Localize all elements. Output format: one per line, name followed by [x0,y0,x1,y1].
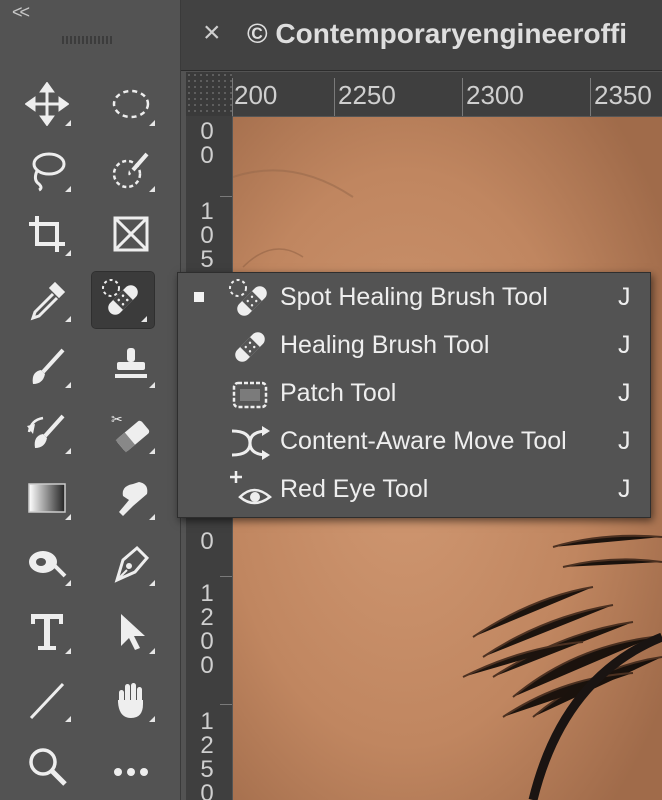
arrow-icon [121,614,145,650]
selected-indicator [194,292,204,302]
gradient-icon [28,483,66,513]
type-tool[interactable] [16,604,78,660]
path-selection-tool[interactable] [100,604,162,660]
svg-text:✂: ✂ [111,412,123,428]
lasso-tool[interactable] [16,142,78,198]
menu-item-shortcut: J [618,427,631,455]
type-icon [31,614,63,650]
ruler-label: 1 2 5 0 [200,708,214,800]
content-aware-move-icon [231,426,270,460]
close-tab-icon[interactable]: × [203,16,221,50]
patch-icon [232,381,268,409]
hand-icon [118,683,143,718]
hand-tool[interactable] [100,672,162,728]
menu-item-patch-tool[interactable]: Patch Tool J [178,371,650,419]
menu-item-label: Red Eye Tool [280,475,429,503]
crop-icon [29,216,65,252]
quick-selection-icon [112,152,149,189]
red-eye-icon [230,471,272,505]
rectangular-marquee-tool[interactable] [100,76,162,132]
ruler-origin[interactable] [186,72,232,116]
menu-item-shortcut: J [618,475,631,503]
menu-item-shortcut: J [618,331,631,359]
menu-item-shortcut: J [618,283,631,311]
spot-healing-icon [229,279,267,316]
tools-panel: << ✂ [0,0,181,800]
gradient-tool[interactable] [16,470,78,526]
edit-toolbar[interactable] [100,738,162,794]
quick-selection-tool[interactable] [100,142,162,198]
menu-item-red-eye-tool[interactable]: Red Eye Tool J [178,467,650,515]
menu-item-healing-brush-tool[interactable]: Healing Brush Tool J [178,323,650,371]
clone-stamp-tool[interactable] [100,338,162,394]
menu-item-label: Spot Healing Brush Tool [280,283,548,311]
ruler-label: 2250 [338,80,396,110]
zoom-tool[interactable] [16,738,78,794]
menu-item-content-aware-move-tool[interactable]: Content-Aware Move Tool J [178,419,650,467]
ruler-label: 1 0 5 [200,198,214,273]
brush-icon [32,348,65,384]
dodge-icon [29,551,67,578]
ruler-label: 2350 [594,80,652,110]
panel-grip[interactable] [62,36,112,44]
dodge-tool[interactable] [16,536,78,592]
collapse-panel-icon[interactable]: << [12,2,30,23]
menu-item-label: Patch Tool [280,379,397,407]
more-icon [114,768,148,776]
eyedropper-icon [30,281,66,321]
menu-item-label: Healing Brush Tool [280,331,490,359]
document-tab-bar: × © Contemporaryengineeroffi [181,0,662,71]
crop-tool[interactable] [16,206,78,262]
history-brush-icon [27,414,65,448]
eyedropper-tool[interactable] [16,272,78,328]
menu-item-shortcut: J [618,379,631,407]
frame-tool[interactable] [100,206,162,262]
pen-icon [114,545,150,583]
pen-tool[interactable] [100,536,162,592]
menu-item-spot-healing-brush-tool[interactable]: Spot Healing Brush Tool J [178,275,650,323]
ruler-label: 200 [234,80,278,110]
eraser-icon: ✂ [111,412,150,453]
spot-healing-brush-tool[interactable] [91,271,155,329]
ruler-label: 0 0 [200,118,214,169]
horizontal-ruler[interactable]: 200 2250 2300 2350 [186,72,662,117]
line-tool[interactable] [16,672,78,728]
healing-brush-icon [235,332,265,362]
zoom-icon [29,748,67,786]
bandage-icon [102,279,138,315]
ruler-label: 2300 [466,80,524,110]
history-brush-tool[interactable] [16,404,78,460]
document-tab-title[interactable]: © Contemporaryengineeroffi [247,18,627,50]
smudge-icon [119,482,148,516]
ruler-label: 1 2 0 0 [200,580,214,679]
smudge-tool[interactable] [100,470,162,526]
stamp-icon [115,348,147,378]
lasso-icon [32,152,66,192]
menu-item-label: Content-Aware Move Tool [280,427,567,455]
marquee-ellipse-icon [112,89,150,119]
eraser-tool[interactable]: ✂ [100,404,162,460]
move-tool[interactable] [16,76,78,132]
move-icon [25,82,69,126]
frame-icon [113,216,149,252]
healing-tools-flyout-menu: Spot Healing Brush Tool J Healing Brush … [177,272,651,518]
ruler-label: 0 [200,528,214,555]
brush-tool[interactable] [16,338,78,394]
line-icon [29,682,65,720]
